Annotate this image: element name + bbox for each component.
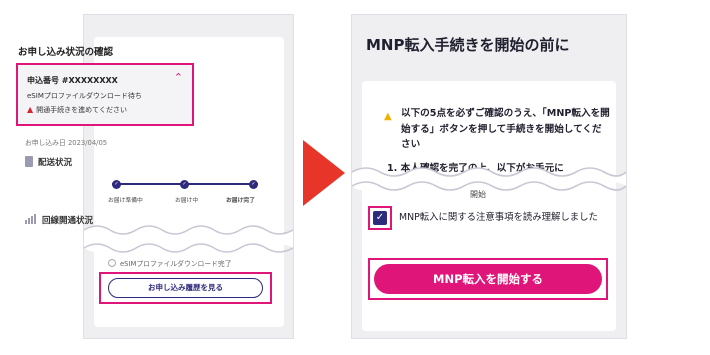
highlight-frame: お申し込み履歴を見る	[99, 272, 272, 304]
warning-icon: ▲	[27, 105, 34, 114]
signal-icon	[25, 214, 37, 227]
highlight-frame: MNP転入を開始する	[368, 258, 608, 300]
delivery-heading: 配送状況	[25, 156, 72, 168]
esim-status-text: eSIMプロファイルダウンロード完了	[120, 260, 232, 268]
delivery-stepper: ✓ ✓ ✓	[112, 179, 258, 189]
check-icon: ✓	[249, 179, 258, 189]
application-item[interactable]: 申込番号 #XXXXXXXX ⌃ eSIMプロファイルダウンロード待ち ▲ 開通手…	[16, 63, 194, 126]
warning-text: 開通手続きを進めてください	[36, 106, 127, 114]
agree-checkbox-label[interactable]: MNP転入に関する注意事項を読み理解しました	[399, 210, 611, 225]
highlight-frame: ✓	[368, 206, 392, 230]
step-label: お届け中	[175, 198, 199, 204]
application-status: eSIMプロファイルダウンロード待ち	[27, 92, 142, 100]
start-label: 開始	[470, 190, 486, 199]
activation-warning: ▲ 開通手続きを進めてください	[27, 105, 127, 115]
start-mnp-button[interactable]: MNP転入を開始する	[374, 264, 602, 294]
warning-icon: ▲	[384, 111, 392, 122]
check-icon: ✓	[112, 179, 121, 189]
delivery-heading-label: 配送状況	[38, 158, 73, 168]
page-title: MNP転入手続きを開始の前に	[366, 36, 570, 54]
esim-status-row: eSIMプロファイルダウンロード完了	[108, 258, 232, 268]
check-icon: ✓	[180, 179, 189, 189]
applied-date: お申し込み日 2023/04/05	[25, 139, 108, 147]
arrow-right-icon	[303, 140, 345, 206]
cut-divider	[352, 167, 626, 191]
notice-text: 以下の5点を必ずご確認のうえ、「MNP転入を開始する」ボタンを押して手続きを開始…	[401, 108, 610, 150]
section-title: お申し込み状況の確認	[18, 47, 114, 58]
agree-checkbox[interactable]: ✓	[373, 211, 387, 225]
line-status-heading: 回線開通状況	[25, 214, 93, 227]
circle-icon	[108, 259, 116, 267]
cut-divider	[84, 225, 293, 253]
view-history-button[interactable]: お申し込み履歴を見る	[108, 278, 263, 298]
phone-icon	[25, 156, 33, 167]
step-label: お届け完了	[226, 198, 255, 204]
step-label: お届け準備中	[108, 198, 143, 204]
application-number: 申込番号 #XXXXXXXX	[27, 76, 118, 85]
chevron-up-icon[interactable]: ⌃	[174, 71, 183, 84]
